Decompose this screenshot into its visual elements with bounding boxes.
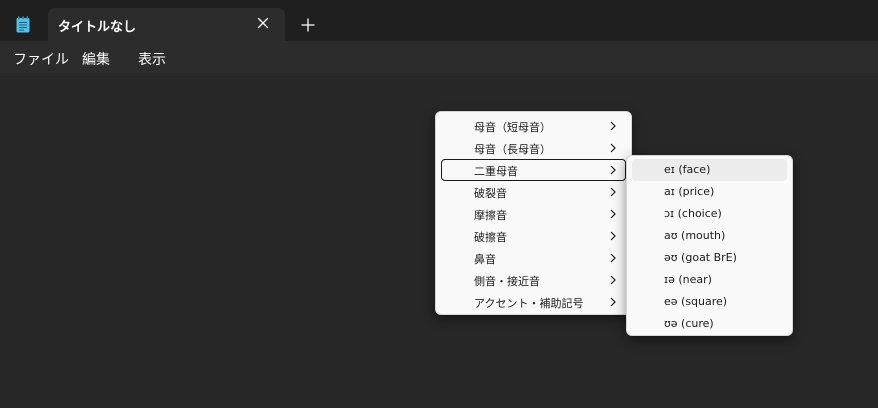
plus-icon[interactable] xyxy=(300,17,316,33)
title-bar: タイトルなし xyxy=(0,0,878,41)
tab-title: タイトルなし xyxy=(58,20,137,35)
context-menu: 母音（短母音） 母音（長母音） 二重母音 破裂音 摩擦音 破擦音 鼻音 側音・接… xyxy=(435,111,632,315)
chevron-right-icon xyxy=(610,275,616,285)
menu-bar: ファイル 編集 表示 xyxy=(0,41,878,73)
close-icon[interactable] xyxy=(254,14,272,32)
submenu-item-face[interactable]: eɪ (face) xyxy=(632,159,787,181)
chevron-right-icon xyxy=(610,187,616,197)
menu-item-short-vowels[interactable]: 母音（短母音） xyxy=(441,115,626,137)
chevron-right-icon xyxy=(610,253,616,263)
notepad-window: タイトルなし ファイル 編集 表示 母音（短母音） 母音（長母音） 二重母音 破… xyxy=(0,0,878,408)
submenu-item-square[interactable]: eə (square) xyxy=(632,291,787,313)
submenu-item-price[interactable]: aɪ (price) xyxy=(632,181,787,203)
submenu-item-near[interactable]: ɪə (near) xyxy=(632,269,787,291)
submenu-item-mouth[interactable]: aʊ (mouth) xyxy=(632,225,787,247)
menu-item-diphthongs[interactable]: 二重母音 xyxy=(441,159,626,181)
menu-item-long-vowels[interactable]: 母音（長母音） xyxy=(441,137,626,159)
menu-file[interactable]: ファイル xyxy=(13,49,69,69)
chevron-right-icon xyxy=(610,297,616,307)
menu-item-affricates[interactable]: 破擦音 xyxy=(441,225,626,247)
chevron-right-icon xyxy=(610,209,616,219)
menu-edit[interactable]: 編集 xyxy=(82,49,110,69)
menu-item-nasals[interactable]: 鼻音 xyxy=(441,247,626,269)
tab-untitled[interactable]: タイトルなし xyxy=(48,8,285,41)
chevron-right-icon xyxy=(610,165,616,175)
submenu-item-goat[interactable]: əʊ (goat BrE) xyxy=(632,247,787,269)
menu-item-laterals-approximants[interactable]: 側音・接近音 xyxy=(441,269,626,291)
chevron-right-icon xyxy=(610,143,616,153)
chevron-right-icon xyxy=(610,231,616,241)
menu-item-accents-diacritics[interactable]: アクセント・補助記号 xyxy=(441,291,626,313)
menu-view[interactable]: 表示 xyxy=(138,49,166,69)
menu-item-fricatives[interactable]: 摩擦音 xyxy=(441,203,626,225)
notepad-icon xyxy=(16,16,30,33)
chevron-right-icon xyxy=(610,121,616,131)
menu-item-plosives[interactable]: 破裂音 xyxy=(441,181,626,203)
submenu-item-cure[interactable]: ʊə (cure) xyxy=(632,313,787,335)
submenu-item-choice[interactable]: ɔɪ (choice) xyxy=(632,203,787,225)
diphthongs-submenu: eɪ (face) aɪ (price) ɔɪ (choice) aʊ (mou… xyxy=(626,155,793,336)
